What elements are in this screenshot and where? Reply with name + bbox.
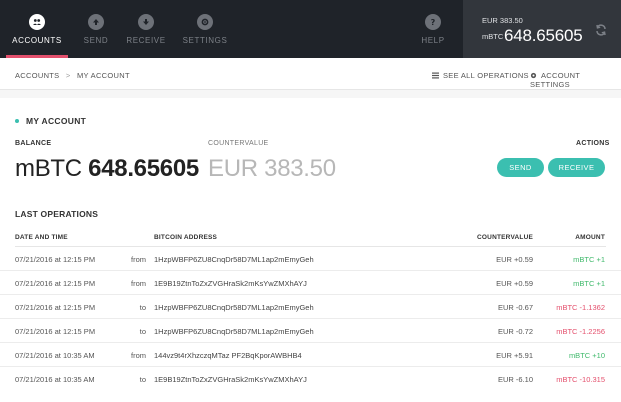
operation-row[interactable]: 07/21/2016 at 10:35 AM from 144vz9t4rXhz… bbox=[0, 343, 621, 367]
help-icon: ? bbox=[425, 14, 441, 30]
operation-row[interactable]: 07/21/2016 at 12:15 PM to 1HzpWBFP6ZU8Cn… bbox=[0, 319, 621, 343]
breadcrumb-current: MY ACCOUNT bbox=[76, 71, 130, 80]
operation-address: 1HzpWBFP6ZU8CnqDr58D7ML1ap2mEmyGeh bbox=[154, 327, 314, 336]
see-all-operations-label: SEE ALL OPERATIONS bbox=[443, 71, 529, 80]
operation-row[interactable]: 07/21/2016 at 12:15 PM from 1HzpWBFP6ZU8… bbox=[0, 247, 621, 271]
sync-icon[interactable] bbox=[594, 23, 608, 37]
operation-amount: mBTC -1.1362 bbox=[556, 303, 605, 312]
operation-date: 07/21/2016 at 12:15 PM bbox=[15, 303, 96, 312]
operation-amount: mBTC +1 bbox=[573, 255, 605, 264]
last-operations-title: LAST OPERATIONS bbox=[15, 209, 99, 219]
header-balance-value: 648.65605 bbox=[504, 26, 583, 45]
operation-direction: from bbox=[131, 351, 146, 360]
svg-text:?: ? bbox=[431, 18, 436, 27]
operation-direction: from bbox=[131, 279, 146, 288]
operation-date: 07/21/2016 at 12:15 PM bbox=[15, 255, 96, 264]
breadcrumb-separator: > bbox=[65, 71, 71, 80]
help-label: HELP bbox=[421, 36, 445, 45]
settings-icon bbox=[197, 14, 213, 30]
operation-row[interactable]: 07/21/2016 at 12:15 PM to 1HzpWBFP6ZU8Cn… bbox=[0, 295, 621, 319]
receive-button[interactable]: RECEIVE bbox=[548, 158, 605, 177]
operation-countervalue: EUR +5.91 bbox=[496, 351, 533, 360]
send-button[interactable]: SEND bbox=[497, 158, 544, 177]
receive-icon bbox=[138, 14, 154, 30]
header-balance: EUR 383.50 mBTC 648.65605 bbox=[463, 0, 621, 58]
balance-value: 648.65605 bbox=[88, 155, 199, 182]
operation-countervalue: EUR +0.59 bbox=[496, 255, 533, 264]
account-panel: MY ACCOUNT BALANCE mBTC 648.65605 COUNTE… bbox=[0, 98, 621, 402]
operation-direction: to bbox=[139, 327, 146, 336]
operation-address: 1HzpWBFP6ZU8CnqDr58D7ML1ap2mEmyGeh bbox=[154, 303, 314, 312]
tab-settings[interactable]: SETTINGS bbox=[170, 0, 240, 58]
balance-label: BALANCE bbox=[15, 140, 52, 147]
accounts-icon bbox=[29, 14, 45, 30]
operation-countervalue: EUR -0.72 bbox=[497, 327, 533, 336]
account-settings-label: ACCOUNT SETTINGS bbox=[530, 71, 581, 89]
see-all-operations-link[interactable]: SEE ALL OPERATIONS bbox=[432, 71, 529, 80]
header-address: BITCOIN ADDRESS bbox=[154, 234, 218, 241]
operation-direction: from bbox=[131, 255, 146, 264]
send-icon bbox=[88, 14, 104, 30]
operation-row[interactable]: 07/21/2016 at 10:35 AM to 1E9B19ZtnToZxZ… bbox=[0, 367, 621, 391]
header-countervalue: COUNTERVALUE bbox=[477, 234, 533, 241]
header-balance-countervalue: EUR 383.50 bbox=[482, 16, 523, 25]
operation-countervalue: EUR +0.59 bbox=[496, 279, 533, 288]
header-balance-unit: mBTC bbox=[482, 32, 504, 41]
operation-amount: mBTC -10.315 bbox=[556, 375, 605, 384]
operation-row[interactable]: 07/21/2016 at 12:15 PM from 1E9B19ZtnToZ… bbox=[0, 271, 621, 295]
countervalue-label: COUNTERVALUE bbox=[208, 140, 269, 147]
breadcrumb-accounts[interactable]: ACCOUNTS bbox=[15, 71, 60, 80]
operation-date: 07/21/2016 at 10:35 AM bbox=[15, 375, 95, 384]
title-dot bbox=[15, 119, 19, 123]
account-settings-link[interactable]: ACCOUNT SETTINGS bbox=[530, 71, 621, 89]
operation-amount: mBTC +10 bbox=[568, 351, 605, 360]
operation-countervalue: EUR -0.67 bbox=[497, 303, 533, 312]
account-title-text: MY ACCOUNT bbox=[26, 116, 87, 126]
operation-address: 1E9B19ZtnToZxZVGHraSk2mKsYwZMXhAYJ bbox=[154, 279, 307, 288]
actions-label: ACTIONS bbox=[576, 140, 610, 147]
operation-date: 07/21/2016 at 10:35 AM bbox=[15, 351, 95, 360]
operation-address: 1E9B19ZtnToZxZVGHraSk2mKsYwZMXhAYJ bbox=[154, 375, 307, 384]
operation-countervalue: EUR -6.10 bbox=[497, 375, 533, 384]
operation-amount: mBTC +1 bbox=[573, 279, 605, 288]
operation-direction: to bbox=[139, 375, 146, 384]
operation-direction: to bbox=[139, 303, 146, 312]
header-amount: AMOUNT bbox=[575, 234, 605, 241]
help-button[interactable]: ? HELP bbox=[398, 0, 468, 58]
operation-address: 144vz9t4rXhzczqMTaz PF2BqKporAWBHB4 bbox=[154, 351, 302, 360]
tab-settings-label: SETTINGS bbox=[182, 36, 228, 45]
list-icon bbox=[432, 72, 439, 79]
operation-date: 07/21/2016 at 12:15 PM bbox=[15, 327, 96, 336]
operation-date: 07/21/2016 at 12:15 PM bbox=[15, 279, 96, 288]
account-title: MY ACCOUNT bbox=[15, 116, 86, 126]
balance-amount: mBTC 648.65605 bbox=[15, 155, 199, 183]
operation-address: 1HzpWBFP6ZU8CnqDr58D7ML1ap2mEmyGeh bbox=[154, 255, 314, 264]
countervalue-amount: EUR 383.50 bbox=[208, 155, 336, 182]
operation-amount: mBTC -1.2256 bbox=[556, 327, 605, 336]
gear-icon bbox=[530, 72, 537, 79]
balance-unit: mBTC bbox=[15, 155, 82, 182]
breadcrumb-bar: ACCOUNTS > MY ACCOUNT SEE ALL OPERATIONS… bbox=[0, 58, 621, 90]
top-navigation-bar: ACCOUNTS SEND RECEIVE SETTINGS ? HELP EU… bbox=[0, 0, 621, 58]
header-date: DATE AND TIME bbox=[15, 234, 68, 241]
breadcrumb: ACCOUNTS > MY ACCOUNT bbox=[15, 71, 130, 80]
